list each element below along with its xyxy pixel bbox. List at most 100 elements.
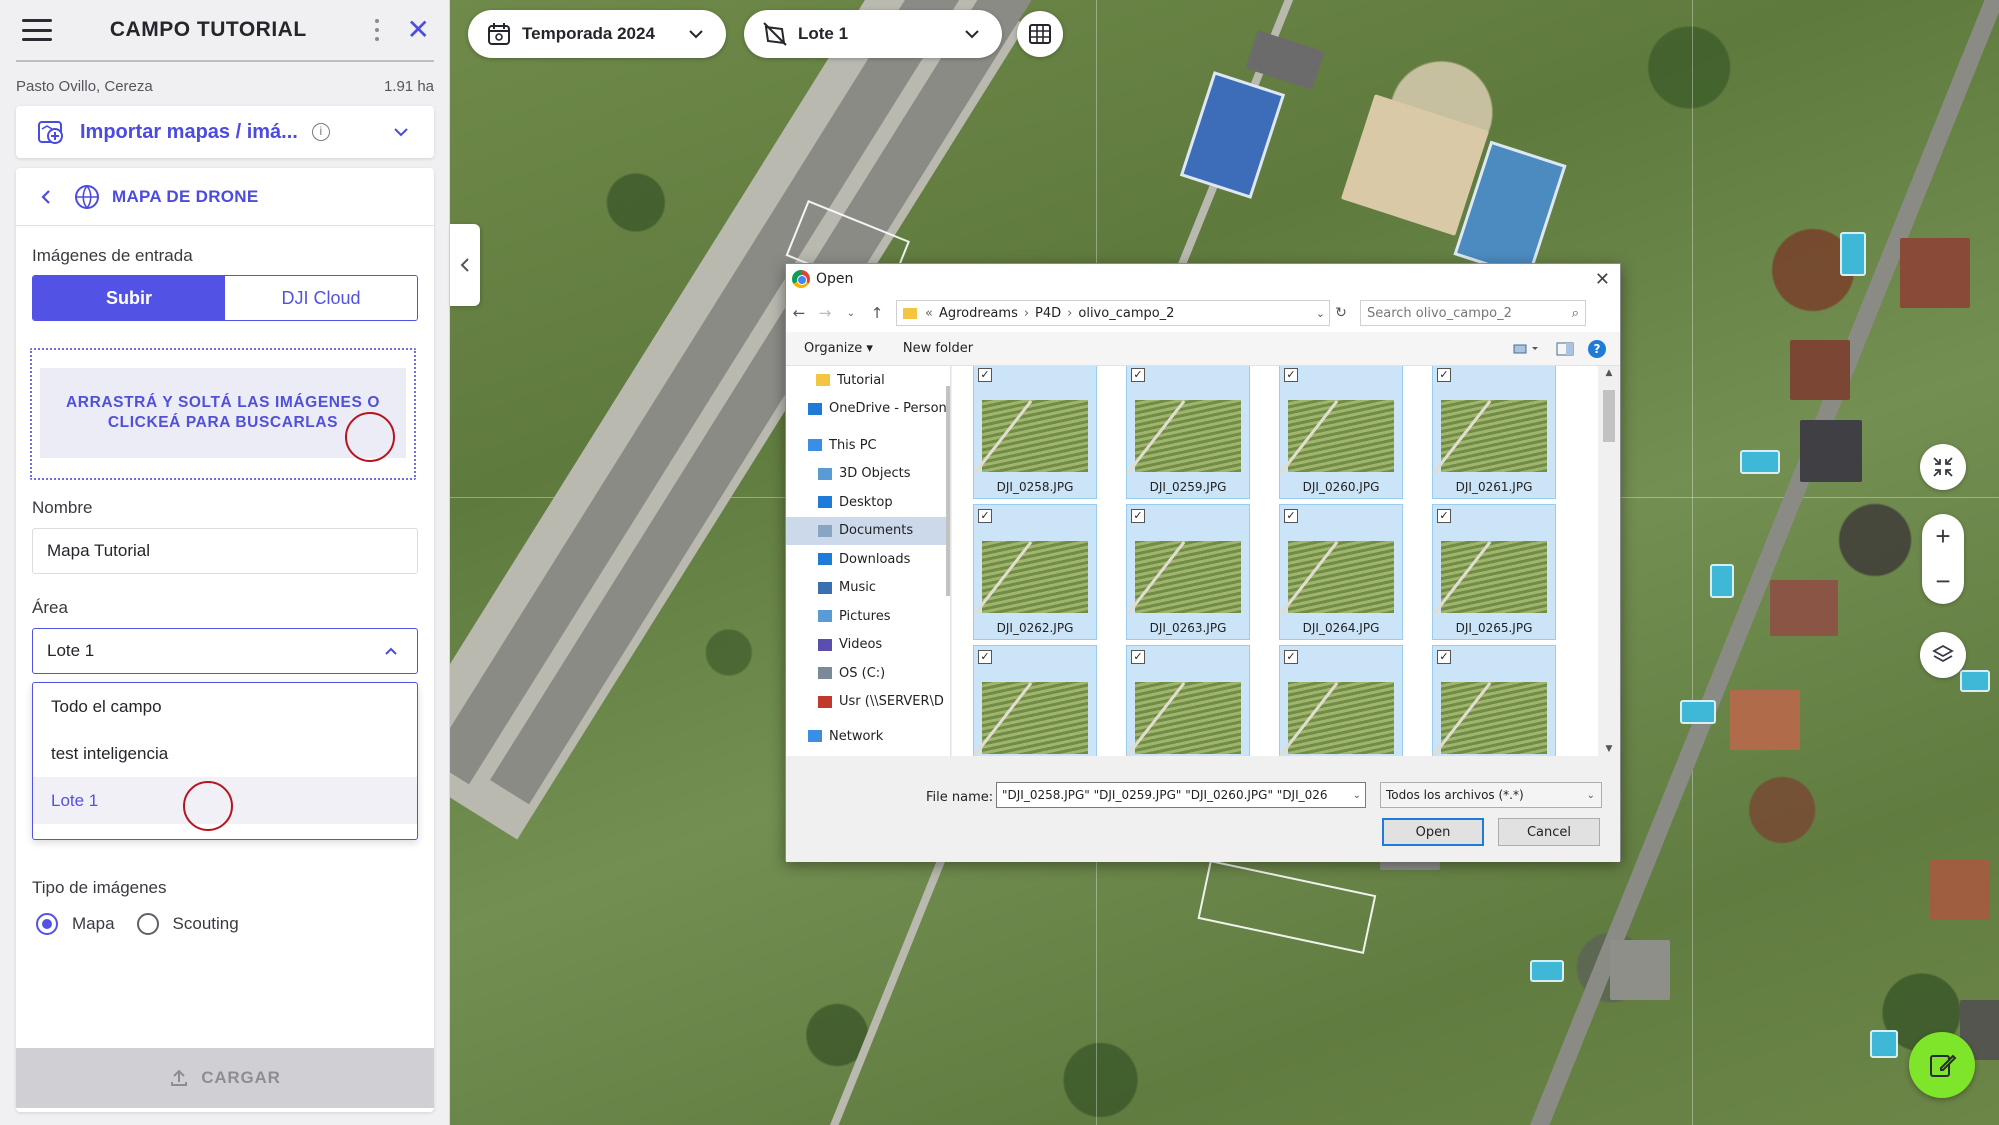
tab-dji-cloud[interactable]: DJI Cloud	[225, 276, 417, 320]
checkbox-checked-icon[interactable]: ✓	[1437, 368, 1451, 382]
path-dropdown-icon[interactable]: ⌄	[1316, 307, 1325, 320]
checkbox-checked-icon[interactable]: ✓	[978, 368, 992, 382]
import-maps-dropdown[interactable]: Importar mapas / imá... i	[16, 106, 434, 158]
view-options-icon[interactable]	[1512, 342, 1542, 356]
area-option-test-inteligencia[interactable]: test inteligencia	[33, 730, 417, 777]
upload-button[interactable]: CARGAR	[16, 1048, 434, 1108]
checkbox-checked-icon[interactable]: ✓	[1284, 368, 1298, 382]
edit-fab-button[interactable]	[1909, 1032, 1975, 1098]
zoom-out-button[interactable]: −	[1922, 559, 1964, 604]
navigation-pane: Tutorial OneDrive - Person This PC 3D Objec…	[786, 366, 951, 756]
breadcrumb-item[interactable]: Agrodreams	[939, 306, 1018, 321]
breadcrumb-item[interactable]: olivo_campo_2	[1078, 306, 1174, 321]
hamburger-menu-icon[interactable]	[22, 19, 52, 41]
checkbox-checked-icon[interactable]: ✓	[978, 650, 992, 664]
fit-bounds-button[interactable]	[1920, 444, 1966, 490]
file-type-select[interactable]: Todos los archivos (*.*) ⌄	[1380, 782, 1602, 808]
file-item[interactable]: ✓	[1126, 645, 1250, 756]
tab-subir[interactable]: Subir	[33, 276, 225, 320]
dialog-title: Open	[816, 271, 854, 287]
open-button[interactable]: Open	[1382, 818, 1484, 846]
image-thumbnail	[982, 541, 1088, 613]
back-arrow-icon[interactable]	[38, 189, 54, 205]
file-list-scrollbar[interactable]: ▲ ▼	[1598, 366, 1620, 756]
chevron-down-icon[interactable]	[392, 123, 410, 141]
search-placeholder: Search olivo_campo_2	[1367, 305, 1512, 321]
file-item[interactable]: ✓ DJI_0259.JPG	[1126, 366, 1250, 499]
checkbox-checked-icon[interactable]: ✓	[1131, 368, 1145, 382]
nav-item[interactable]: Usr (\\SERVER\D	[786, 688, 950, 717]
new-folder-button[interactable]: New folder	[903, 341, 973, 356]
nav-item[interactable]: Music	[786, 574, 950, 603]
area-option-todo-el-campo[interactable]: Todo el campo	[33, 683, 417, 730]
address-bar: ← → ⌄ ↑ « Agrodreams › P4D › olivo_campo…	[786, 294, 1620, 332]
nav-item[interactable]: Downloads	[786, 545, 950, 574]
nav-item[interactable]: Desktop	[786, 488, 950, 517]
layers-button[interactable]	[1920, 632, 1966, 678]
checkbox-checked-icon[interactable]: ✓	[1437, 509, 1451, 523]
table-view-button[interactable]	[1017, 11, 1063, 57]
file-item[interactable]: ✓ DJI_0263.JPG	[1126, 504, 1250, 640]
image-thumbnail	[1288, 682, 1394, 754]
download-icon	[818, 553, 832, 566]
nav-item[interactable]: Tutorial	[786, 366, 950, 395]
info-icon[interactable]: i	[311, 123, 330, 141]
dialog-close-icon[interactable]: ✕	[1595, 269, 1610, 290]
file-item[interactable]: ✓ DJI_0261.JPG	[1432, 366, 1556, 499]
file-name-input[interactable]: "DJI_0258.JPG" "DJI_0259.JPG" "DJI_0260.…	[996, 782, 1366, 808]
file-item[interactable]: ✓ DJI_0264.JPG	[1279, 504, 1403, 640]
close-icon[interactable]: ✕	[407, 16, 430, 44]
chevron-down-icon[interactable]: ⌄	[1348, 789, 1361, 801]
preview-pane-icon[interactable]	[1556, 341, 1574, 357]
breadcrumb-item[interactable]: P4D	[1035, 306, 1061, 321]
file-item[interactable]: ✓ DJI_0260.JPG	[1279, 366, 1403, 499]
file-item[interactable]: ✓ DJI_0258.JPG	[973, 366, 1097, 499]
nav-item-label: This PC	[829, 437, 877, 453]
checkbox-checked-icon[interactable]: ✓	[1437, 650, 1451, 664]
checkbox-checked-icon[interactable]: ✓	[1131, 650, 1145, 664]
nav-item[interactable]: Pictures	[786, 602, 950, 631]
lot-selector[interactable]: Lote 1	[744, 10, 1002, 58]
more-options-icon[interactable]	[365, 19, 389, 41]
nav-item[interactable]: This PC	[786, 431, 950, 460]
nav-item[interactable]: Network	[786, 722, 950, 751]
radio-scouting[interactable]	[136, 913, 159, 935]
area-select[interactable]: Lote 1	[32, 628, 418, 674]
chevron-down-icon	[689, 30, 703, 39]
nav-item[interactable]: Documents	[786, 516, 950, 545]
folder-icon	[903, 307, 917, 319]
image-thumbnail	[1135, 400, 1241, 472]
nav-item[interactable]: 3D Objects	[786, 460, 950, 489]
zoom-in-button[interactable]: +	[1922, 514, 1964, 559]
cancel-button[interactable]: Cancel	[1498, 818, 1600, 846]
file-item[interactable]: ✓ DJI_0262.JPG	[973, 504, 1097, 640]
up-arrow-icon[interactable]: ↑	[864, 304, 890, 322]
file-item[interactable]: ✓ DJI_0265.JPG	[1432, 504, 1556, 640]
map-name-input[interactable]: Mapa Tutorial	[32, 528, 418, 574]
file-item[interactable]: ✓	[1432, 645, 1556, 756]
nav-item-label: Tutorial	[837, 372, 885, 388]
refresh-icon[interactable]: ↻	[1330, 305, 1352, 321]
nav-item[interactable]: OS (C:)	[786, 659, 950, 688]
organize-button[interactable]: Organize ▾	[804, 341, 873, 356]
file-item[interactable]: ✓	[1279, 645, 1403, 756]
forward-arrow-icon[interactable]: →	[812, 304, 838, 322]
checkbox-checked-icon[interactable]: ✓	[1284, 509, 1298, 523]
nav-scrollbar[interactable]	[946, 366, 950, 756]
back-arrow-icon[interactable]: ←	[786, 304, 812, 322]
checkbox-checked-icon[interactable]: ✓	[978, 509, 992, 523]
chevron-down-icon: ⌄	[1586, 789, 1595, 801]
radio-mapa[interactable]	[36, 913, 58, 935]
search-input[interactable]: Search olivo_campo_2 ⌕	[1360, 300, 1586, 326]
network-icon	[808, 730, 822, 743]
help-icon[interactable]: ?	[1588, 339, 1606, 358]
recent-locations-icon[interactable]: ⌄	[838, 308, 864, 319]
file-item[interactable]: ✓	[973, 645, 1097, 756]
path-breadcrumb[interactable]: « Agrodreams › P4D › olivo_campo_2 ⌄	[896, 300, 1330, 326]
collapse-panel-button[interactable]	[450, 224, 480, 306]
nav-item[interactable]: OneDrive - Person	[786, 395, 950, 424]
checkbox-checked-icon[interactable]: ✓	[1284, 650, 1298, 664]
nav-item[interactable]: Videos	[786, 631, 950, 660]
season-selector[interactable]: Temporada 2024	[468, 10, 726, 58]
checkbox-checked-icon[interactable]: ✓	[1131, 509, 1145, 523]
